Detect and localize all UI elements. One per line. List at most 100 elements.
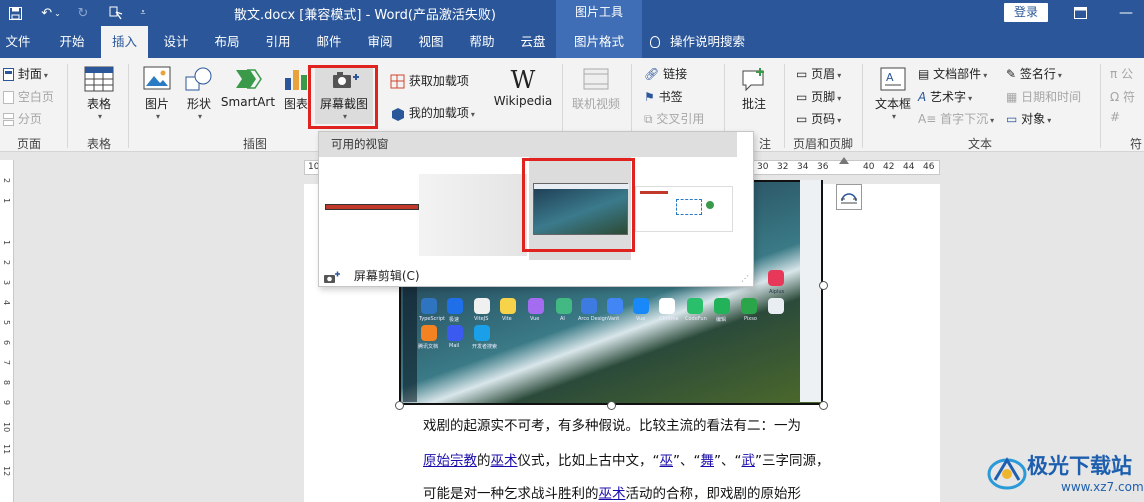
minimize-icon[interactable]: — (1114, 2, 1138, 24)
window-thumbnail-4[interactable] (633, 174, 737, 256)
customize-qat-icon[interactable]: ⩡ (136, 4, 150, 22)
screen-clipping-option[interactable]: 屏幕剪辑(C) (322, 265, 420, 287)
login-button[interactable]: 登录 (1004, 3, 1048, 22)
app-icon (768, 270, 784, 286)
tab-review[interactable]: 审阅 (360, 26, 400, 58)
picture-button[interactable]: 图片 ▾ (138, 66, 176, 121)
film-icon (583, 68, 609, 90)
smartart-icon (236, 69, 262, 89)
redo-icon: ↻ (77, 5, 89, 21)
paragraph-line-1: 戏剧的起源实不可考，有多种假说。比较主流的看法有二：一为 (423, 418, 801, 434)
symbol-label: 符 (1123, 90, 1136, 104)
tab-home[interactable]: 开始 (52, 26, 92, 58)
touch-mode-icon[interactable] (104, 4, 128, 22)
tab-view[interactable]: 视图 (411, 26, 451, 58)
app-label: ViteJS (474, 316, 489, 322)
watermark-logo (987, 457, 1027, 490)
resize-handle-bottom-left[interactable] (395, 401, 404, 410)
textbox-button[interactable]: A 文本框 ▾ (872, 66, 914, 121)
my-addins-button[interactable]: 我的加载项 ▾ (390, 104, 475, 121)
page-number-button[interactable]: ▭ 页码 ▾ (796, 110, 841, 127)
link-primitive-religion[interactable]: 原始宗教 (423, 453, 477, 469)
blank-page-label: 空白页 (17, 90, 54, 104)
textbox-icon: A (880, 67, 906, 91)
footer-button[interactable]: ▭ 页脚 ▾ (796, 88, 841, 105)
bookmark-button[interactable]: ⚑ 书签 (644, 88, 683, 105)
tab-design[interactable]: 设计 (156, 26, 196, 58)
chart-button[interactable]: 图表 (283, 66, 309, 112)
resize-handle-bottom[interactable] (607, 401, 616, 410)
ribbon-display-icon[interactable] (1068, 2, 1092, 24)
object-button[interactable]: ▭ 对象 ▾ (1006, 110, 1051, 127)
equation-button: π 公 (1110, 65, 1133, 82)
tab-cloud[interactable]: 云盘 (513, 26, 553, 58)
dropdown-resize-grip[interactable]: ⋰ (741, 274, 749, 283)
calendar-icon: ▦ (1006, 90, 1018, 104)
signature-icon: ✎ (1006, 67, 1017, 81)
comment-label: 批注 (741, 97, 766, 111)
right-indent-marker[interactable] (839, 157, 849, 164)
app-label: 腾讯文档 (418, 344, 439, 350)
save-icon[interactable] (6, 4, 24, 22)
group-divider (67, 64, 68, 148)
cover-page-icon (3, 68, 14, 81)
tab-picture-format[interactable]: 图片格式 (556, 26, 642, 58)
tab-references[interactable]: 引用 (258, 26, 298, 58)
smartart-label: SmartArt (220, 95, 276, 109)
tab-mailings[interactable]: 邮件 (309, 26, 349, 58)
window-thumbnail-1[interactable] (323, 174, 419, 256)
wikipedia-button[interactable]: W Wikipedia (490, 66, 556, 108)
app-label: 极速 (449, 317, 460, 323)
ruler-number: 7 (2, 360, 11, 366)
my-addins-icon (392, 108, 404, 121)
watermark-text: 极光下载站 (1027, 454, 1132, 478)
number-icon: # (1110, 110, 1121, 124)
resize-handle-right[interactable] (819, 281, 828, 290)
comment-button[interactable]: 批注 (734, 66, 774, 112)
signature-line-button[interactable]: ✎ 签名行 ▾ (1006, 65, 1062, 82)
comment-icon (742, 68, 764, 92)
shapes-icon (185, 67, 212, 91)
cover-page-button[interactable]: 封面 ▾ (3, 65, 48, 82)
link-wu[interactable]: 巫 (660, 453, 674, 469)
link-martial[interactable]: 武 (742, 453, 756, 469)
tell-me-search[interactable]: 操作说明搜索 (650, 26, 745, 58)
wordart-button[interactable]: A 艺术字 ▾ (918, 88, 972, 105)
ruler-number: 8 (2, 380, 11, 386)
undo-icon[interactable]: ↶ ⌄ (36, 4, 66, 22)
smartart-button[interactable]: SmartArt (220, 66, 276, 109)
resize-handle-bottom-right[interactable] (819, 401, 828, 410)
picture-label: 图片 (144, 97, 169, 111)
link-dance[interactable]: 舞 (701, 453, 715, 469)
tab-file[interactable]: 文件 (0, 26, 36, 58)
page-break-button: 分页 (3, 110, 42, 127)
tab-help[interactable]: 帮助 (462, 26, 502, 58)
wordart-label: 艺术字 (930, 90, 967, 104)
drop-cap-label: 首字下沉 (940, 112, 989, 126)
get-addins-button[interactable]: 获取加载项 (390, 72, 469, 89)
shapes-button[interactable]: 形状 ▾ (180, 66, 218, 121)
ruler-number: 36 (817, 162, 829, 172)
header-footer-group-label: 页眉和页脚 (792, 137, 853, 151)
link-witchcraft[interactable]: 巫术 (491, 453, 518, 469)
app-icon (447, 325, 463, 341)
chart-label: 图表 (283, 97, 308, 111)
tab-insert[interactable]: 插入 (101, 26, 148, 58)
ruler-number: 32 (777, 162, 789, 172)
layout-options-button[interactable] (836, 184, 862, 210)
link-button[interactable]: 🔗︎ 链接 (644, 65, 687, 82)
bookmark-label: 书签 (658, 90, 683, 104)
bookmark-icon: ⚑ (644, 90, 655, 104)
ruler-number: 6 (2, 340, 11, 346)
thumbnail-diagram (676, 199, 702, 215)
tab-layout[interactable]: 布局 (207, 26, 247, 58)
link-witchcraft-2[interactable]: 巫术 (599, 486, 626, 502)
header-button[interactable]: ▭ 页眉 ▾ (796, 65, 841, 82)
wikipedia-label: Wikipedia (493, 94, 553, 108)
quick-parts-button[interactable]: ▤ 文档部件 ▾ (918, 65, 987, 82)
shapes-label: 形状 (186, 97, 211, 111)
table-button[interactable]: 表格 ▾ (78, 66, 120, 121)
online-video-label: 联机视频 (571, 97, 620, 111)
window-thumbnail-2[interactable] (419, 174, 527, 256)
vertical-ruler: 2 1 1 2 3 4 5 6 7 8 9 10 11 12 (0, 160, 14, 502)
